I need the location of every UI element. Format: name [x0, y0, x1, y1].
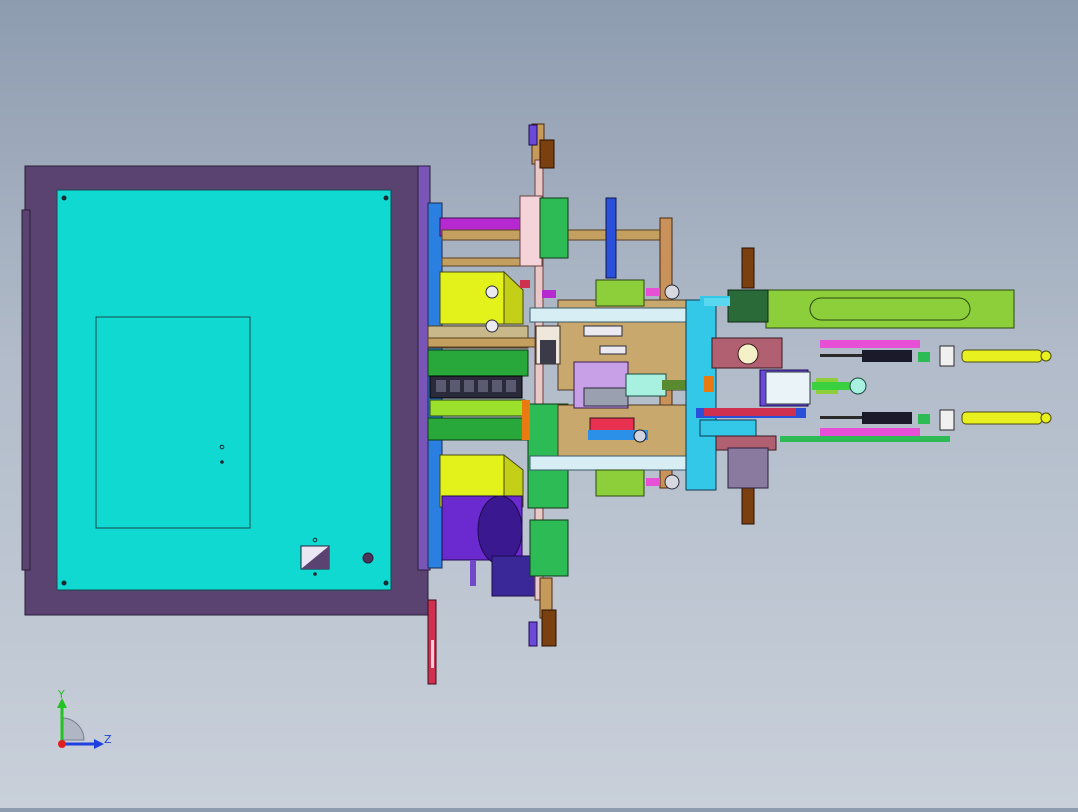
small-slot — [583, 325, 623, 337]
yellow-pistons — [812, 349, 1052, 425]
green-long-bar — [780, 436, 950, 442]
green-block-lower — [427, 417, 529, 441]
magenta-fitting-bottom — [646, 478, 660, 486]
motor-post — [470, 560, 476, 586]
clamp-lower — [727, 447, 769, 489]
piston-lower-green — [918, 414, 930, 424]
blue-cylinder — [605, 197, 617, 279]
dark-green-block — [727, 289, 769, 323]
cyl-tube-top — [519, 195, 543, 267]
orange-spacer — [522, 400, 530, 440]
cyan-bar-upper — [529, 307, 703, 323]
cyl-fitting-bottom — [541, 609, 557, 647]
motor-end — [477, 495, 523, 565]
cyan-slider — [625, 373, 667, 397]
pilot-lamp — [362, 552, 374, 564]
nut — [485, 319, 499, 333]
gray-slide — [583, 387, 629, 407]
coordinate-triad: Y Z — [57, 688, 112, 749]
bottom-bracket-inner — [431, 640, 434, 668]
white-box — [765, 371, 811, 405]
arm-slot — [809, 297, 971, 321]
cyl-cap-top — [528, 124, 538, 146]
lime-strip — [429, 399, 526, 417]
cyl-cap-bottom — [528, 621, 538, 647]
magenta-rail-bottom — [820, 428, 920, 436]
magenta-rail-top — [820, 340, 920, 348]
cyl-bar-lower — [939, 409, 955, 431]
cad-drawing: Y Z — [21, 123, 1052, 749]
piston-lower-body — [862, 412, 912, 424]
small-slot-2 — [599, 345, 627, 355]
red-tab-2 — [704, 408, 716, 416]
yellow-bevel-upper — [503, 270, 524, 325]
lower-cyl-fit — [741, 483, 755, 525]
nut — [664, 284, 680, 300]
nut — [485, 285, 499, 299]
bolt-hole — [383, 195, 389, 201]
base-plate-assembly — [21, 165, 437, 685]
small-hole — [220, 460, 224, 464]
green-actuator-bottom — [595, 469, 645, 497]
bearing — [633, 429, 647, 443]
cyl-fitting-top — [539, 139, 555, 169]
bolt-hole — [61, 580, 67, 586]
green-housing-bottom — [529, 519, 569, 577]
cyan-frame — [685, 299, 717, 491]
green-housing-top — [539, 197, 569, 259]
y-axis-label: Y — [57, 688, 65, 701]
bolt-hole — [383, 580, 389, 586]
green-actuator-top — [595, 279, 645, 307]
bolt-hole — [61, 195, 67, 201]
magenta-fitting-top — [646, 288, 660, 296]
cyl-bar-upper — [939, 345, 955, 367]
red-lower — [716, 408, 796, 416]
cyan-bar-lower — [529, 455, 703, 471]
gray-block — [540, 340, 556, 364]
upper-cyl-fit — [741, 247, 755, 289]
x-axis-dot — [58, 740, 66, 748]
green-block — [427, 349, 529, 377]
piston-upper-end — [1040, 350, 1052, 362]
mounting-panel — [56, 189, 392, 591]
fitting-mid — [849, 377, 867, 395]
piston-upper-green — [918, 352, 930, 362]
red-tab — [520, 280, 530, 288]
orange-tab — [704, 376, 714, 392]
piston-lower-end — [1040, 412, 1052, 424]
small-hole — [313, 572, 317, 576]
piston-upper-yellow — [961, 349, 1043, 363]
green-rod-mid — [812, 382, 852, 390]
cad-viewport[interactable]: Y Z — [0, 0, 1078, 808]
z-axis-arrow — [94, 739, 104, 749]
magenta-tab — [542, 290, 556, 298]
head-bore — [737, 343, 759, 365]
cyan-tab — [704, 298, 730, 306]
cyan-lower — [699, 419, 757, 437]
piston-lower-yellow — [961, 411, 1043, 425]
piston-upper-body — [862, 350, 912, 362]
frame-notch-top — [21, 209, 31, 571]
triad-arc — [61, 717, 85, 741]
nut — [664, 474, 680, 490]
z-axis-label: Z — [104, 733, 112, 746]
